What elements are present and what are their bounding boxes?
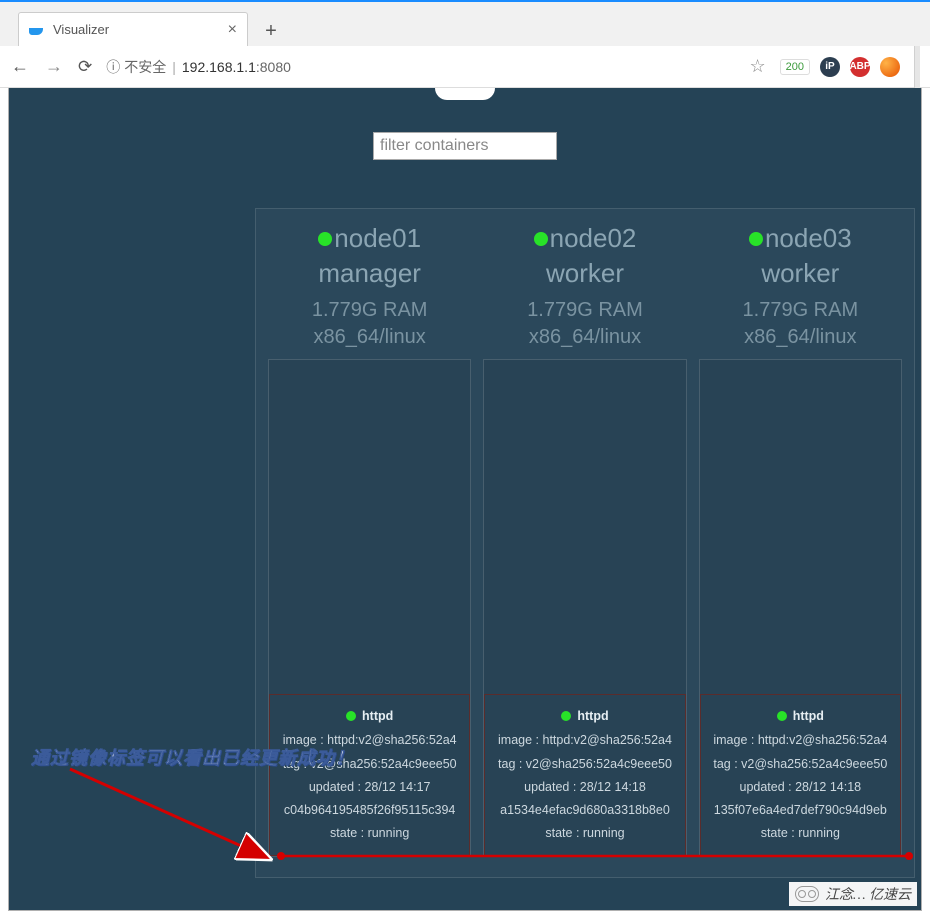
url-text: 192.168.1.1:8080 (182, 59, 291, 75)
containers-area: httpd image : httpd:v2@sha256:52a4 tag :… (699, 359, 902, 857)
page-content: node01 manager 1.779G RAM x86_64/linux h… (8, 88, 922, 911)
watermark-text: 江念… 亿速云 (825, 884, 911, 904)
status-dot-icon (534, 232, 548, 246)
status-pill[interactable]: 200 (780, 59, 810, 75)
node-arch-label: x86_64/linux (699, 326, 902, 349)
container-card[interactable]: httpd image : httpd:v2@sha256:52a4 tag :… (484, 694, 685, 856)
container-state: state : running (278, 822, 461, 845)
annotation-text: 通过镜像标签可以看出已经更新成功！ (31, 744, 354, 770)
node-ram-label: 1.779G RAM (699, 299, 902, 322)
container-name: httpd (577, 705, 608, 728)
abp-extension-icon[interactable]: ABP (850, 57, 870, 77)
forward-button: → (44, 56, 64, 77)
ip-extension-icon[interactable]: iP (820, 57, 840, 77)
container-state: state : running (493, 822, 676, 845)
container-updated: updated : 28/12 14:18 (493, 776, 676, 799)
info-icon: ⓘ (106, 57, 120, 77)
node-column: node03 worker 1.779G RAM x86_64/linux ht… (699, 223, 902, 857)
address-field[interactable]: ⓘ 不安全 | 192.168.1.1:8080 (106, 57, 735, 77)
node-column: node02 worker 1.779G RAM x86_64/linux ht… (483, 223, 686, 857)
reload-button[interactable]: ⟳ (78, 57, 92, 77)
browser-tab[interactable]: Visualizer × (18, 12, 248, 46)
node-header: node02 worker 1.779G RAM x86_64/linux (483, 223, 686, 349)
node-ram-label: 1.779G RAM (268, 299, 471, 322)
docker-whale-icon (29, 25, 45, 35)
watermark-logo-icon (795, 886, 819, 902)
status-dot-icon (749, 232, 763, 246)
container-updated: updated : 28/12 14:18 (709, 776, 892, 799)
container-updated: updated : 28/12 14:17 (278, 776, 461, 799)
docker-logo-icon (435, 88, 495, 100)
containers-area: httpd image : httpd:v2@sha256:52a4 tag :… (268, 359, 471, 857)
status-dot-icon (346, 711, 356, 721)
arrow-annotation-icon (65, 764, 285, 874)
bookmark-star-icon[interactable]: ☆ (750, 56, 766, 77)
node-role-label: worker (699, 258, 902, 289)
status-dot-icon (561, 711, 571, 721)
container-id: a1534e4efac9d680a3318b8e0 (493, 799, 676, 822)
back-button[interactable]: ← (10, 56, 30, 77)
swarm-panel: node01 manager 1.779G RAM x86_64/linux h… (255, 208, 915, 878)
node-arch-label: x86_64/linux (268, 326, 471, 349)
node-role-label: manager (268, 258, 471, 289)
container-id: 135f07e6a4ed7def790c94d9eb (709, 799, 892, 822)
extension-icons: 200 iP ABP (780, 57, 900, 77)
insecure-badge[interactable]: ⓘ 不安全 (106, 57, 166, 77)
container-state: state : running (709, 822, 892, 845)
container-name: httpd (793, 705, 824, 728)
node-role-label: worker (483, 258, 686, 289)
separator: | (172, 59, 176, 75)
status-dot-icon (318, 232, 332, 246)
node-arch-label: x86_64/linux (483, 326, 686, 349)
node-ram-label: 1.779G RAM (483, 299, 686, 322)
container-tag: tag : v2@sha256:52a4c9eee50 (709, 753, 892, 776)
container-card[interactable]: httpd image : httpd:v2@sha256:52a4 tag :… (269, 694, 470, 856)
node-header: node01 manager 1.779G RAM x86_64/linux (268, 223, 471, 349)
watermark: 江念… 亿速云 (789, 882, 917, 906)
status-dot-icon (777, 711, 787, 721)
address-bar: ← → ⟳ ⓘ 不安全 | 192.168.1.1:8080 ☆ 200 iP … (0, 46, 930, 88)
tab-bar: Visualizer × + (0, 2, 930, 46)
container-image: image : httpd:v2@sha256:52a4 (493, 729, 676, 752)
node-name-label: node02 (550, 223, 637, 254)
header-logo (9, 88, 921, 108)
container-card[interactable]: httpd image : httpd:v2@sha256:52a4 tag :… (700, 694, 901, 856)
filter-row (9, 132, 921, 160)
container-tag: tag : v2@sha256:52a4c9eee50 (493, 753, 676, 776)
firefox-extension-icon[interactable] (880, 57, 900, 77)
containers-area: httpd image : httpd:v2@sha256:52a4 tag :… (483, 359, 686, 857)
tab-title: Visualizer (53, 22, 109, 37)
node-header: node03 worker 1.779G RAM x86_64/linux (699, 223, 902, 349)
container-name: httpd (362, 705, 393, 728)
node-name-label: node03 (765, 223, 852, 254)
scrollbar-gutter (914, 46, 920, 88)
container-image: image : httpd:v2@sha256:52a4 (709, 729, 892, 752)
browser-chrome: Visualizer × + ← → ⟳ ⓘ 不安全 | 192.168.1.1… (0, 0, 930, 88)
insecure-label: 不安全 (124, 57, 166, 77)
node-name-label: node01 (334, 223, 421, 254)
close-icon[interactable]: × (228, 21, 237, 39)
container-id: c04b964195485f26f95115c394 (278, 799, 461, 822)
new-tab-button[interactable]: + (256, 16, 286, 46)
filter-containers-input[interactable] (373, 132, 557, 160)
